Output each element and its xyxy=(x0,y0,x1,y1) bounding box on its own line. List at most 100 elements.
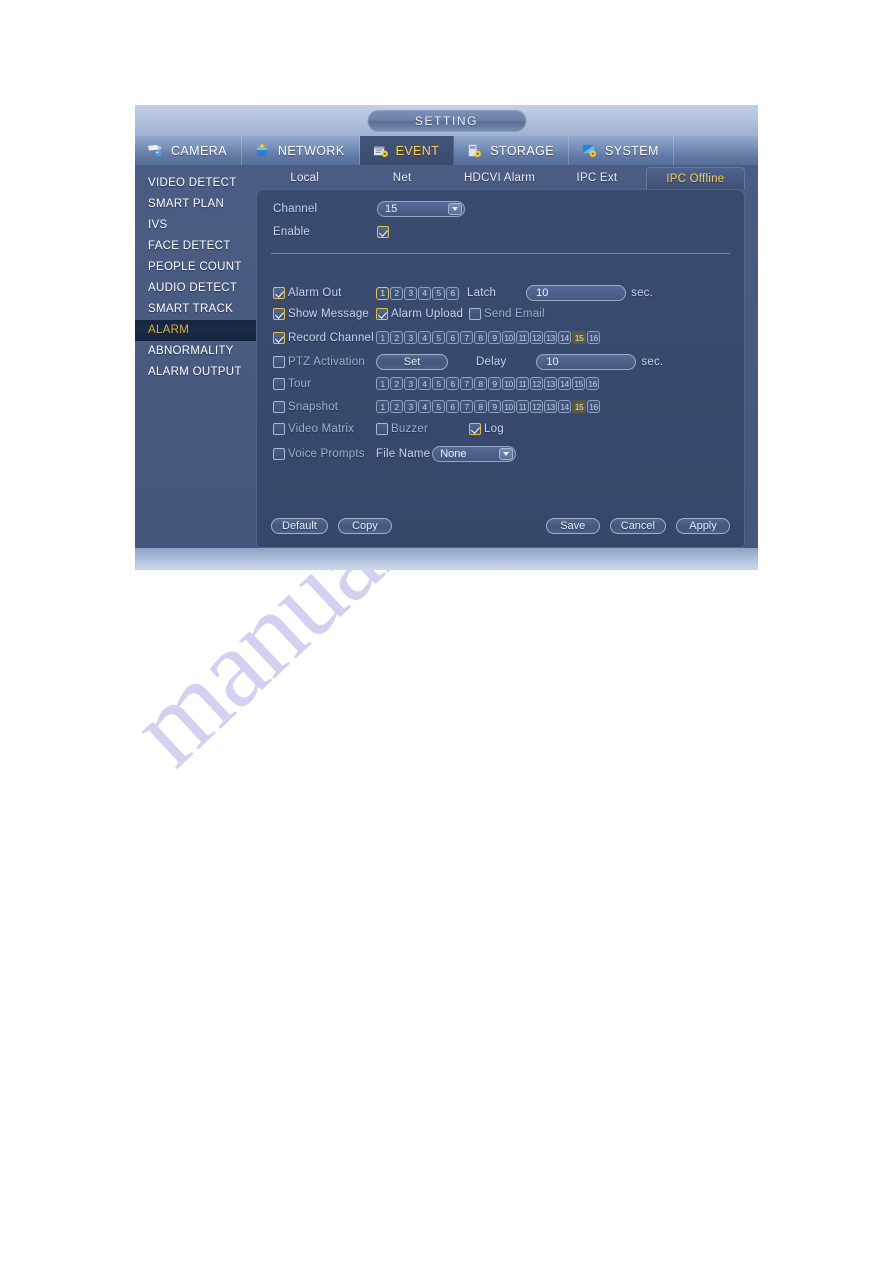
channel-chip[interactable]: 1 xyxy=(376,400,389,413)
channel-chip[interactable]: 4 xyxy=(418,400,431,413)
delay-input[interactable]: 10 xyxy=(536,354,637,370)
channel-chip[interactable]: 14 xyxy=(558,331,571,344)
nav-tab-system[interactable]: SYSTEM xyxy=(569,136,674,165)
channel-chip[interactable]: 10 xyxy=(502,377,515,390)
channel-chip[interactable]: 10 xyxy=(502,400,515,413)
channel-chip[interactable]: 3 xyxy=(404,286,417,300)
channel-chip[interactable]: 12 xyxy=(530,400,543,413)
nav-tab-storage[interactable]: STORAGE xyxy=(454,136,569,165)
channel-chip[interactable]: 10 xyxy=(502,331,515,344)
channel-chip[interactable]: 9 xyxy=(488,331,501,344)
sidebar-item-face-detect[interactable]: FACE DETECT xyxy=(135,236,256,257)
ptz-set-button[interactable]: Set xyxy=(376,354,448,370)
channel-chip[interactable]: 4 xyxy=(418,331,431,344)
channel-chip[interactable]: 12 xyxy=(530,377,543,390)
channel-chip[interactable]: 4 xyxy=(418,286,431,300)
default-button[interactable]: Default xyxy=(271,518,328,534)
channel-chip[interactable]: 2 xyxy=(390,331,403,344)
channel-chip[interactable]: 6 xyxy=(446,400,459,413)
channel-chip[interactable]: 6 xyxy=(446,377,459,390)
sidebar-item-people-count[interactable]: PEOPLE COUNT xyxy=(135,257,256,278)
channel-chip[interactable]: 11 xyxy=(516,377,529,390)
send-email-checkbox[interactable] xyxy=(469,308,481,320)
channel-chip[interactable]: 3 xyxy=(404,331,417,344)
buzzer-checkbox[interactable] xyxy=(376,423,388,435)
channel-chip[interactable]: 16 xyxy=(587,331,600,344)
nav-tab-network[interactable]: NETWORK xyxy=(242,136,360,165)
channel-chip[interactable]: 8 xyxy=(474,331,487,344)
channel-chip[interactable]: 8 xyxy=(474,377,487,390)
chevron-down-icon[interactable] xyxy=(448,203,462,215)
sidebar-item-alarm-output[interactable]: ALARM OUTPUT xyxy=(135,362,256,383)
sidebar-item-audio-detect[interactable]: AUDIO DETECT xyxy=(135,278,256,299)
sub-tab-ipc-ext[interactable]: IPC Ext xyxy=(548,167,645,189)
cancel-button[interactable]: Cancel xyxy=(609,518,666,534)
channel-chip[interactable]: 16 xyxy=(587,400,600,413)
channel-chip[interactable]: 11 xyxy=(516,400,529,413)
channel-chip[interactable]: 2 xyxy=(390,400,403,413)
channel-chip[interactable]: 15 xyxy=(572,331,586,344)
channel-chip[interactable]: 2 xyxy=(390,377,403,390)
channel-chip[interactable]: 13 xyxy=(544,400,557,413)
sidebar-item-abnormality[interactable]: ABNORMALITY xyxy=(135,341,256,362)
alarm-out-checkbox[interactable] xyxy=(273,287,285,299)
nav-tab-event[interactable]: EVENT xyxy=(359,136,455,165)
sidebar-item-smart-plan[interactable]: SMART PLAN xyxy=(135,194,256,215)
video-matrix-checkbox[interactable] xyxy=(273,423,285,435)
voice-prompts-checkbox[interactable] xyxy=(273,448,285,460)
sidebar-item-alarm[interactable]: ALARM xyxy=(135,320,256,341)
channel-chip[interactable]: 7 xyxy=(460,377,473,390)
alarm-upload-checkbox[interactable] xyxy=(376,308,388,320)
ptz-activation-checkbox[interactable] xyxy=(273,356,285,368)
channel-chip[interactable]: 7 xyxy=(460,331,473,344)
sidebar-item-smart-track[interactable]: SMART TRACK xyxy=(135,299,256,320)
apply-button[interactable]: Apply xyxy=(676,518,730,534)
channel-chip[interactable]: 14 xyxy=(558,400,571,413)
channel-chip[interactable]: 15 xyxy=(572,377,585,390)
channel-chip[interactable]: 9 xyxy=(488,377,501,390)
channel-chip[interactable]: 12 xyxy=(530,331,543,344)
channel-chip[interactable]: 1 xyxy=(376,377,389,390)
channel-chip[interactable]: 2 xyxy=(390,286,403,300)
channel-chip[interactable]: 5 xyxy=(432,377,445,390)
channel-chip[interactable]: 11 xyxy=(516,331,529,344)
chevron-down-icon[interactable] xyxy=(499,448,514,460)
sub-tab-ipc-offline[interactable]: IPC Offline xyxy=(645,167,746,189)
channel-chip[interactable]: 3 xyxy=(404,377,417,390)
channel-chip[interactable]: 14 xyxy=(558,377,571,390)
channel-chip[interactable]: 9 xyxy=(488,400,501,413)
channel-chip[interactable]: 5 xyxy=(432,331,445,344)
channel-chip[interactable]: 3 xyxy=(404,400,417,413)
channel-chip[interactable]: 5 xyxy=(432,400,445,413)
file-name-select[interactable]: None xyxy=(432,446,517,462)
channel-chip[interactable]: 13 xyxy=(544,331,557,344)
channel-chip[interactable]: 16 xyxy=(586,377,599,390)
channel-chip[interactable]: 6 xyxy=(446,331,459,344)
snapshot-checkbox[interactable] xyxy=(273,400,285,413)
record-channel-checkbox[interactable] xyxy=(273,331,285,344)
save-button[interactable]: Save xyxy=(545,518,600,534)
channel-chip[interactable]: 7 xyxy=(460,400,473,413)
sub-tab-local[interactable]: Local xyxy=(256,167,353,189)
copy-button[interactable]: Copy xyxy=(337,518,392,534)
latch-input[interactable]: 10 xyxy=(526,285,627,301)
tour-checkbox[interactable] xyxy=(273,377,285,390)
window-bottom-strip xyxy=(135,548,758,570)
show-message-checkbox[interactable] xyxy=(273,308,285,320)
channel-select[interactable]: 15 xyxy=(377,201,465,217)
channel-chip[interactable]: 1 xyxy=(376,286,389,300)
sub-tab-net[interactable]: Net xyxy=(353,167,450,189)
sidebar-item-video-detect[interactable]: VIDEO DETECT xyxy=(135,173,256,194)
channel-chip[interactable]: 1 xyxy=(376,331,389,344)
sub-tab-hdcvi-alarm[interactable]: HDCVI Alarm xyxy=(451,167,548,189)
channel-chip[interactable]: 4 xyxy=(418,377,431,390)
log-checkbox[interactable] xyxy=(469,423,481,435)
sidebar-item-ivs[interactable]: IVS xyxy=(135,215,256,236)
channel-chip[interactable]: 15 xyxy=(572,400,586,413)
nav-tab-camera[interactable]: CAMERA xyxy=(135,136,242,165)
channel-chip[interactable]: 8 xyxy=(474,400,487,413)
channel-chip[interactable]: 5 xyxy=(432,286,445,300)
channel-chip[interactable]: 6 xyxy=(446,286,459,300)
channel-chip[interactable]: 13 xyxy=(544,377,557,390)
enable-checkbox[interactable] xyxy=(377,226,389,238)
